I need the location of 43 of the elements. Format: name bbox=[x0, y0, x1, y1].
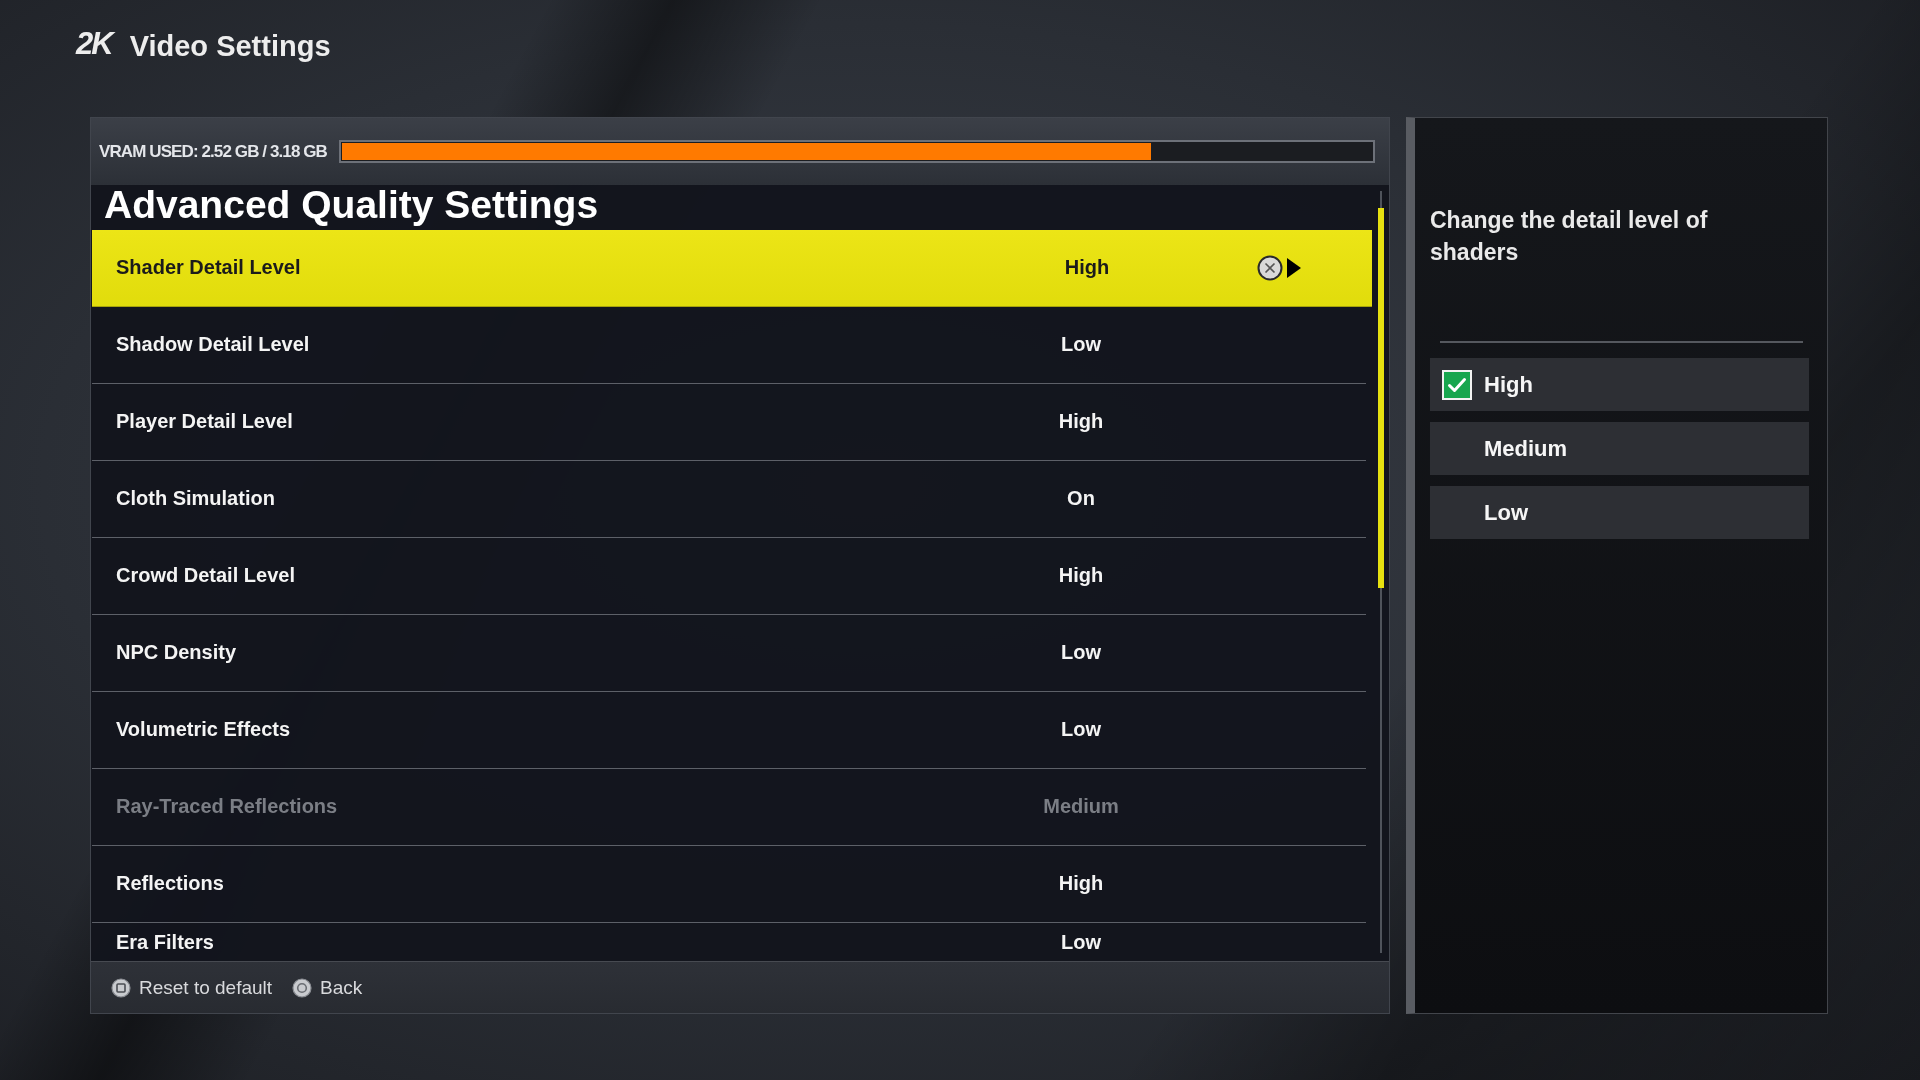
setting-label: Crowd Detail Level bbox=[116, 564, 296, 588]
setting-label: Shader Detail Level bbox=[116, 256, 302, 280]
setting-value: Medium bbox=[1042, 795, 1120, 819]
setting-label: Cloth Simulation bbox=[116, 487, 276, 511]
vram-label: VRAM USED: 2.52 GB / 3.18 GB bbox=[99, 141, 327, 162]
setting-label: Volumetric Effects bbox=[116, 718, 292, 742]
option-button[interactable]: Low bbox=[1430, 486, 1809, 539]
setting-value: High bbox=[1057, 564, 1105, 588]
footer-button[interactable]: Back bbox=[292, 976, 363, 999]
setting-label: Ray-Traced Reflections bbox=[116, 795, 339, 819]
square-button-icon bbox=[111, 977, 131, 998]
settings-row[interactable]: Player Detail Level High bbox=[92, 383, 1366, 461]
setting-value: High bbox=[1057, 872, 1105, 896]
page-title: Video Settings bbox=[129, 29, 331, 64]
settings-row[interactable]: Cloth Simulation On bbox=[92, 460, 1366, 538]
setting-value: High bbox=[1057, 410, 1105, 434]
setting-value: Low bbox=[1060, 641, 1102, 665]
settings-row[interactable]: Reflections High bbox=[92, 845, 1366, 923]
setting-value: Low bbox=[1060, 930, 1102, 954]
setting-value: Low bbox=[1060, 718, 1102, 742]
setting-label: Reflections bbox=[116, 872, 225, 896]
triangle-right-icon bbox=[1287, 257, 1301, 278]
setting-label: Shadow Detail Level bbox=[116, 333, 311, 357]
checkbox-checked-icon bbox=[1442, 369, 1472, 400]
option-button[interactable]: High bbox=[1430, 358, 1809, 411]
circled-x-icon bbox=[1257, 254, 1283, 281]
settings-row[interactable]: Era Filters Low bbox=[92, 922, 1366, 961]
circle-button-icon bbox=[292, 977, 313, 998]
settings-row[interactable]: Shadow Detail Level Low bbox=[92, 306, 1366, 384]
setting-label: NPC Density bbox=[116, 641, 238, 665]
setting-value: Low bbox=[1060, 333, 1102, 357]
settings-row[interactable]: Shader Detail Level High bbox=[92, 229, 1372, 307]
settings-row[interactable]: Crowd Detail Level High bbox=[92, 537, 1366, 615]
setting-label: Player Detail Level bbox=[116, 410, 294, 434]
setting-value: On bbox=[1066, 487, 1096, 511]
settings-row[interactable]: NPC Density Low bbox=[92, 614, 1366, 692]
setting-value: High bbox=[1063, 256, 1111, 280]
option-button[interactable]: Medium bbox=[1430, 422, 1809, 475]
footer-button[interactable]: Reset to default bbox=[111, 976, 273, 999]
setting-description: Change the detail level of shaders bbox=[1430, 206, 1709, 267]
section-heading: Advanced Quality Settings bbox=[103, 185, 600, 228]
settings-row[interactable]: Volumetric Effects Low bbox=[92, 691, 1366, 769]
setting-label: Era Filters bbox=[116, 930, 215, 954]
